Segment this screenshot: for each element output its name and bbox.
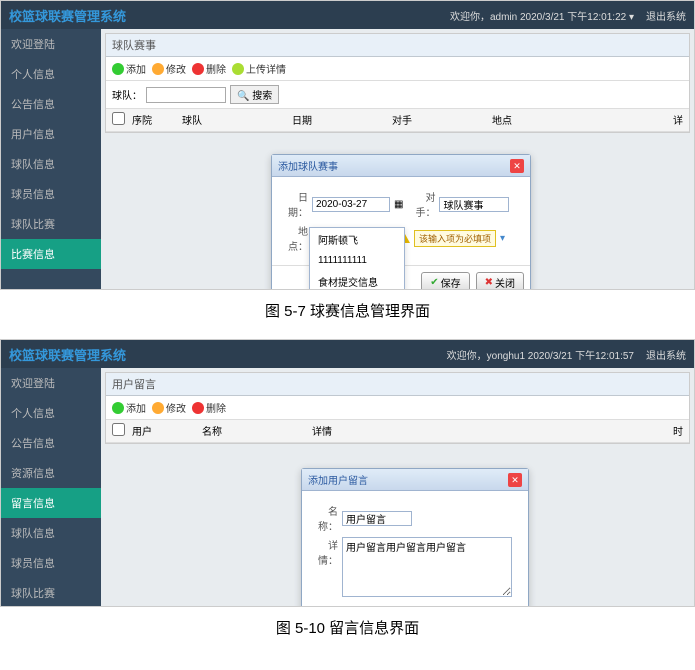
edit-button[interactable]: 修改 <box>152 400 186 415</box>
delete-button[interactable]: 删除 <box>192 400 226 415</box>
table-header: 序院 球队 日期 对手 地点 详 <box>106 109 689 132</box>
dialog-header[interactable]: 添加球队赛事 ✕ <box>272 155 530 177</box>
app-title: 校篮球联赛管理系统 <box>9 345 126 364</box>
sidebar-item-active[interactable]: 比赛信息 <box>1 239 101 269</box>
location-dropdown[interactable]: 阿斯顿飞 1111111111 食材提交信息 资源信息 <box>309 227 405 290</box>
screenshot-2: 校篮球联赛管理系统 欢迎你，yonghu1 2020/3/21 下午12:01:… <box>0 339 695 607</box>
dialog-title: 添加球队赛事 <box>278 158 338 173</box>
toolbar: 添加 修改 删除 上传详情 <box>106 57 689 81</box>
plus-icon <box>112 402 124 414</box>
sidebar-item[interactable]: 用户信息 <box>1 119 101 149</box>
panel-title: 用户留言 <box>106 373 689 396</box>
name-label: 名称： <box>310 503 338 533</box>
sidebar-item[interactable]: 公告信息 <box>1 428 101 458</box>
main-area: 球队赛事 添加 修改 删除 上传详情 球队： 🔍 搜索 序院 球队 日期 对手 … <box>101 29 694 289</box>
sidebar-item[interactable]: 球员信息 <box>1 179 101 209</box>
toolbar: 添加 修改 删除 <box>106 396 689 420</box>
sidebar-item[interactable]: 个人信息 <box>1 59 101 89</box>
table-header: 用户 名称 详情 时 <box>106 420 689 443</box>
upload-button[interactable]: 上传详情 <box>232 61 286 76</box>
sidebar-item-active[interactable]: 留言信息 <box>1 488 101 518</box>
add-button[interactable]: 添加 <box>112 400 146 415</box>
figure-caption-2: 图 5-10 留言信息界面 <box>0 607 695 656</box>
search-label: 球队： <box>112 87 142 102</box>
close-icon[interactable]: ✕ <box>508 473 522 487</box>
dialog-header[interactable]: 添加用户留言 ✕ <box>302 469 528 491</box>
sidebar: 欢迎登陆 个人信息 公告信息 用户信息 球队信息 球员信息 球队比赛 比赛信息 <box>1 29 101 289</box>
panel: 球队赛事 添加 修改 删除 上传详情 球队： 🔍 搜索 序院 球队 日期 对手 … <box>105 33 690 133</box>
select-all-checkbox[interactable] <box>112 423 125 436</box>
sidebar-item[interactable]: 球队比赛 <box>1 209 101 239</box>
welcome-text: 欢迎你，yonghu1 2020/3/21 下午12:01:57 <box>447 347 634 362</box>
sidebar-item[interactable]: 资源信息 <box>1 458 101 488</box>
main-area: 用户留言 添加 修改 删除 用户 名称 详情 时 添加用户留言 ✕ 名称： 详情… <box>101 368 694 606</box>
figure-caption-1: 图 5-7 球赛信息管理界面 <box>0 290 695 339</box>
dropdown-option[interactable]: 1111111111 <box>310 251 404 270</box>
sidebar-item[interactable]: 球队信息 <box>1 518 101 548</box>
app-title: 校篮球联赛管理系统 <box>9 6 126 25</box>
logout-link[interactable]: 退出系统 <box>646 347 686 362</box>
chevron-down-icon[interactable]: ▾ <box>500 233 505 244</box>
panel-title: 球队赛事 <box>106 34 689 57</box>
date-picker-icon[interactable]: ▦ <box>394 199 403 210</box>
sidebar: 欢迎登陆 个人信息 公告信息 资源信息 留言信息 球队信息 球员信息 球队比赛 <box>1 368 101 606</box>
add-message-dialog: 添加用户留言 ✕ 名称： 详情： ✔保存 ✖关闭 <box>301 468 529 607</box>
minus-icon <box>192 63 204 75</box>
upload-icon <box>232 63 244 75</box>
top-bar: 校篮球联赛管理系统 欢迎你，admin 2020/3/21 下午12:01:22… <box>1 1 694 29</box>
sidebar-item[interactable]: 欢迎登陆 <box>1 368 101 398</box>
opponent-input[interactable] <box>439 197 509 212</box>
welcome-text: 欢迎你，admin 2020/3/21 下午12:01:22 ▾ <box>450 8 634 23</box>
save-button[interactable]: ✔保存 <box>421 272 469 290</box>
sidebar-item[interactable]: 欢迎登陆 <box>1 29 101 59</box>
minus-icon <box>192 402 204 414</box>
add-button[interactable]: 添加 <box>112 61 146 76</box>
check-icon: ✔ <box>430 277 438 288</box>
detail-label: 详情： <box>310 537 338 567</box>
pencil-icon <box>152 402 164 414</box>
delete-button[interactable]: 删除 <box>192 61 226 76</box>
date-input[interactable] <box>312 197 390 212</box>
logout-link[interactable]: 退出系统 <box>646 8 686 23</box>
sidebar-item[interactable]: 球员信息 <box>1 548 101 578</box>
screenshot-1: 校篮球联赛管理系统 欢迎你，admin 2020/3/21 下午12:01:22… <box>0 0 695 290</box>
dropdown-option[interactable]: 阿斯顿飞 <box>310 228 404 251</box>
close-icon[interactable]: ✕ <box>510 159 524 173</box>
dropdown-option[interactable]: 食材提交信息 <box>310 270 404 290</box>
pencil-icon <box>152 63 164 75</box>
required-tip: 该输入项为必填项 <box>414 230 496 247</box>
x-icon: ✖ <box>485 277 493 288</box>
detail-textarea[interactable] <box>342 537 512 597</box>
plus-icon <box>112 63 124 75</box>
search-input[interactable] <box>146 87 226 103</box>
date-label: 日期： <box>280 189 308 219</box>
name-input[interactable] <box>342 511 412 526</box>
sidebar-item[interactable]: 球队比赛 <box>1 578 101 607</box>
edit-button[interactable]: 修改 <box>152 61 186 76</box>
close-button[interactable]: ✖关闭 <box>476 272 524 290</box>
sidebar-item[interactable]: 公告信息 <box>1 89 101 119</box>
top-bar: 校篮球联赛管理系统 欢迎你，yonghu1 2020/3/21 下午12:01:… <box>1 340 694 368</box>
location-label: 地点： <box>280 223 308 253</box>
search-button[interactable]: 🔍 搜索 <box>230 85 279 104</box>
dialog-title: 添加用户留言 <box>308 472 368 487</box>
search-row: 球队： 🔍 搜索 <box>106 81 689 109</box>
sidebar-item[interactable]: 个人信息 <box>1 398 101 428</box>
opponent-label: 对手： <box>407 189 435 219</box>
panel: 用户留言 添加 修改 删除 用户 名称 详情 时 <box>105 372 690 444</box>
select-all-checkbox[interactable] <box>112 112 125 125</box>
sidebar-item[interactable]: 球队信息 <box>1 149 101 179</box>
